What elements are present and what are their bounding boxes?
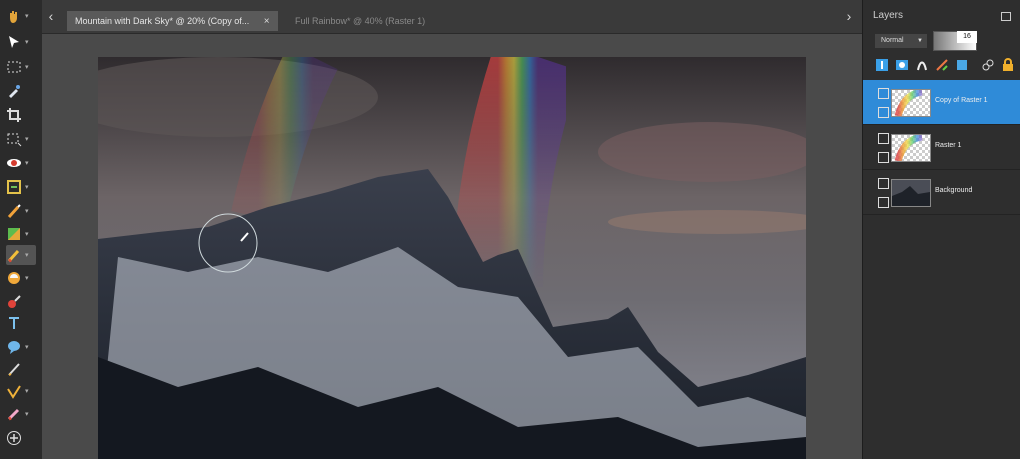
canvas-image	[98, 57, 806, 459]
link-icon[interactable]	[981, 58, 995, 72]
shape-tool[interactable]: ▾	[6, 337, 36, 357]
blend-mode-value: Normal	[881, 37, 904, 44]
group-icon[interactable]	[955, 58, 969, 72]
layer-row-background[interactable]: Background	[863, 170, 1020, 215]
clone-brush-tool[interactable]: ▾	[6, 245, 36, 265]
layer-lock-icon[interactable]	[878, 152, 889, 163]
selection-rect-icon	[7, 61, 21, 73]
text-tool[interactable]	[6, 313, 36, 333]
chevron-down-icon: ▾	[25, 231, 29, 238]
visibility-toggle-icon[interactable]	[878, 88, 889, 99]
move-tool[interactable]: ▾	[6, 129, 36, 149]
eraser-tool[interactable]: ▾	[6, 268, 36, 288]
layer-row-raster-1[interactable]: Raster 1	[863, 125, 1020, 170]
chevron-down-icon: ▾	[25, 388, 29, 395]
pan-tool[interactable]: ▾	[6, 6, 36, 26]
warp-brush-icon	[7, 385, 21, 399]
chevron-down-icon: ▾	[25, 184, 29, 191]
layer-lock-icon[interactable]	[878, 107, 889, 118]
tabs-scroll-left-button[interactable]: ‹	[44, 8, 58, 24]
mask-icon[interactable]	[895, 58, 909, 72]
chevron-down-icon: ▾	[25, 275, 29, 282]
red-eye-icon	[7, 159, 21, 167]
document-tab-bar: ‹ Mountain with Dark Sky* @ 20% (Copy of…	[42, 0, 862, 34]
warp-brush-tool[interactable]: ▾	[6, 381, 36, 401]
tools-toolbar: ▾ ▾ ▾ ▾ ▾ ▾ ▾ ▾ ▾ ▾ ▾ ▾ ▾	[0, 0, 43, 459]
layer-lock-icon[interactable]	[878, 197, 889, 208]
crop-tool[interactable]	[6, 105, 36, 125]
layer-name: Copy of Raster 1	[935, 97, 988, 104]
dropper-icon	[9, 85, 20, 98]
selection-tool[interactable]: ▾	[6, 57, 36, 77]
color-replacer-tool[interactable]: ▾	[6, 224, 36, 244]
chevron-down-icon: ▾	[25, 136, 29, 143]
close-tab-button[interactable]: ×	[264, 16, 270, 27]
color-replacer-icon	[8, 228, 20, 240]
dropper-tool[interactable]	[6, 81, 36, 101]
layers-panel-title: Layers	[873, 10, 904, 21]
chevron-down-icon: ▾	[25, 64, 29, 71]
chevron-down-icon: ▾	[25, 160, 29, 167]
add-tool-button[interactable]	[6, 428, 36, 448]
clone-brush-icon	[7, 249, 20, 263]
layer-name: Raster 1	[935, 142, 962, 149]
layer-name: Background	[935, 187, 973, 194]
chevron-down-icon: ▾	[25, 344, 29, 351]
visibility-toggle-icon[interactable]	[878, 133, 889, 144]
paint-brush-icon	[7, 204, 21, 219]
workspace	[42, 34, 862, 459]
chevron-down-icon: ▾	[25, 411, 29, 418]
lock-icon[interactable]	[1001, 58, 1015, 72]
pen-tool[interactable]	[6, 359, 36, 379]
pan-hand-icon	[10, 11, 17, 23]
visibility-toggle-icon[interactable]	[878, 178, 889, 189]
tab-label: Mountain with Dark Sky* @ 20% (Copy of..…	[75, 16, 250, 26]
opacity-input[interactable]: 16	[957, 31, 977, 43]
chevron-down-icon: ▼	[917, 38, 923, 44]
layer-row-copy-of-raster-1[interactable]: Copy of Raster 1	[863, 80, 1020, 125]
layer-thumbnail	[891, 179, 931, 207]
layers-panel: Layers Normal ▼ 16 Copy of Raster 1 Rast…	[862, 0, 1020, 459]
tab-full-rainbow[interactable]: Full Rainbow* @ 40% (Raster 1)	[287, 11, 433, 31]
chevron-down-icon: ▾	[25, 39, 29, 46]
text-icon	[9, 317, 19, 329]
adjustment-icon[interactable]	[935, 58, 949, 72]
chevron-down-icon: ▾	[25, 252, 29, 259]
blend-mode-dropdown[interactable]: Normal ▼	[875, 34, 927, 48]
layer-thumbnail	[891, 133, 931, 163]
red-eye-tool[interactable]: ▾	[6, 153, 36, 173]
move-marquee-icon	[7, 133, 22, 147]
crop-icon	[7, 108, 21, 122]
eraser-icon	[8, 272, 20, 284]
chevron-down-icon: ▾	[25, 208, 29, 215]
maximize-panel-icon[interactable]	[1001, 12, 1011, 21]
paint-brush-tool[interactable]: ▾	[6, 201, 36, 221]
smudge-tool[interactable]: ▾	[6, 404, 36, 424]
smudge-icon	[7, 408, 20, 421]
image-canvas[interactable]	[98, 57, 806, 459]
pick-tool[interactable]: ▾	[6, 32, 36, 52]
dodge-burn-icon	[8, 295, 21, 308]
layer-thumbnail	[891, 88, 931, 118]
shape-icon	[8, 341, 20, 354]
tab-label: Full Rainbow* @ 40% (Raster 1)	[295, 16, 426, 26]
layer-style-icon[interactable]	[915, 58, 929, 72]
dodge-burn-tool[interactable]	[6, 292, 36, 312]
pick-arrow-icon	[9, 36, 19, 48]
object-remover-icon	[7, 180, 21, 194]
tabs-scroll-right-button[interactable]: ›	[842, 8, 856, 24]
new-layer-icon[interactable]	[875, 58, 889, 72]
chevron-down-icon: ▾	[25, 13, 29, 20]
layer-tools-row	[875, 58, 1020, 76]
add-tool-icon	[7, 431, 21, 445]
tab-mountain-with-dark-sky[interactable]: Mountain with Dark Sky* @ 20% (Copy of..…	[67, 11, 278, 31]
pen-icon	[8, 363, 20, 376]
object-remover-tool[interactable]: ▾	[6, 177, 36, 197]
